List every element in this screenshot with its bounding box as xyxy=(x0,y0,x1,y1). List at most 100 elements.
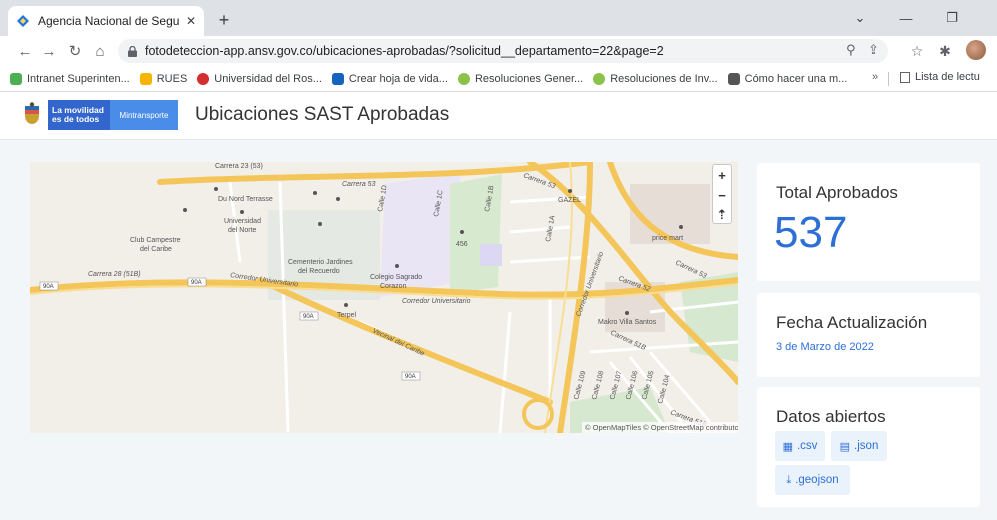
file-code-icon: ▤ xyxy=(839,440,851,453)
home-icon[interactable]: ⌂ xyxy=(89,40,111,62)
map-label: Corredor Universitario xyxy=(402,298,471,305)
map-label: Calle 104 xyxy=(657,374,671,404)
back-icon[interactable]: ← xyxy=(14,40,36,62)
map-label: Carrera 28 (51B) xyxy=(88,271,141,278)
poi-marker-icon xyxy=(183,208,187,212)
bookmark-favicon-icon xyxy=(727,72,740,85)
table-icon: ▦ xyxy=(782,440,793,453)
tab-title: Agencia Nacional de Seguridad V xyxy=(38,14,180,28)
bookmark-favicon-icon xyxy=(10,72,22,85)
bookmark-favicon-icon xyxy=(197,72,210,85)
poi-marker-icon xyxy=(679,225,683,229)
url-text: fotodeteccion-app.ansv.gov.co/ubicacione… xyxy=(145,44,664,58)
map-label: Du Nord Terrasse xyxy=(218,196,273,203)
poi-marker-icon xyxy=(395,264,399,268)
poi-marker-icon xyxy=(313,191,317,195)
forward-icon[interactable]: → xyxy=(38,40,60,62)
bookmark-item[interactable]: RUES xyxy=(139,72,187,85)
route-shield: 90A xyxy=(405,374,416,380)
datos-label: Datos abiertos xyxy=(776,407,886,426)
zoom-in-button[interactable]: + xyxy=(713,165,731,185)
map-label: price mart xyxy=(652,235,683,242)
app-header: La movilidad es de todos Mintransporte U… xyxy=(0,92,997,140)
map-label: Corazon xyxy=(380,283,407,290)
map-label: 456 xyxy=(456,241,468,248)
map-label: Carrera 53 xyxy=(342,181,376,188)
extensions-icon[interactable]: ✱ xyxy=(934,40,956,62)
bookmark-item[interactable]: Cómo hacer una m... xyxy=(727,72,847,85)
map-label: Cementerio Jardines xyxy=(288,259,353,266)
close-tab-icon[interactable]: ✕ xyxy=(186,14,196,28)
poi-marker-icon xyxy=(625,311,629,315)
bookmark-favicon-icon xyxy=(593,72,606,85)
bookmark-item[interactable]: Intranet Superinten... xyxy=(10,72,130,85)
colombia-shield-icon xyxy=(25,102,39,124)
datos-abiertos-card: Datos abiertos ▦ .csv ▤ .json ⤓ .geojson xyxy=(757,387,980,507)
map-label: Vecinal del Caribe xyxy=(371,327,425,357)
bookmark-item[interactable]: Resoluciones Gener... xyxy=(457,72,583,85)
map-label: Club Campestre xyxy=(130,237,181,244)
total-aprobados-card: Total Aprobados 537 xyxy=(757,163,980,281)
route-shield: 90A xyxy=(303,314,314,320)
total-label: Total Aprobados xyxy=(776,183,898,202)
share-icon[interactable]: ⇪ xyxy=(868,42,879,58)
map-label: Makro Villa Santos xyxy=(598,319,657,326)
map-label: GAZEL xyxy=(558,197,581,204)
map-label: Carrera 23 (53) xyxy=(215,163,263,170)
page-title: Ubicaciones SAST Aprobadas xyxy=(195,104,450,125)
poi-marker-icon xyxy=(240,210,244,214)
zoom-out-button[interactable]: − xyxy=(713,185,731,205)
bookmark-item[interactable]: Resoluciones de Inv... xyxy=(593,72,718,85)
poi-marker-icon xyxy=(460,230,464,234)
download-csv-button[interactable]: ▦ .csv xyxy=(775,431,825,461)
tab-search-icon[interactable]: ⌄ xyxy=(846,6,874,30)
lock-icon xyxy=(128,45,137,57)
map-label: del Norte xyxy=(228,227,257,234)
poi-marker-icon xyxy=(568,189,572,193)
reload-icon[interactable]: ↻ xyxy=(64,40,86,62)
map-view[interactable]: Carrera 23 (53) Carrera 53 Carrera 53 Ca… xyxy=(30,162,738,433)
route-shield: 90A xyxy=(43,284,54,290)
map-attribution[interactable]: © OpenMapTiles © OpenStreetMap contribut… xyxy=(582,422,738,433)
poi-marker-icon xyxy=(318,222,322,226)
restore-icon[interactable]: ❐ xyxy=(938,6,966,30)
browser-toolbar: ← → ↻ ⌂ fotodeteccion-app.ansv.gov.co/ub… xyxy=(0,36,997,66)
map-label: del Recuerdo xyxy=(298,268,340,275)
map-label: del Caribe xyxy=(140,246,172,253)
fecha-label: Fecha Actualización xyxy=(776,313,928,332)
more-bookmarks-icon[interactable]: » xyxy=(872,71,878,83)
bookmark-item[interactable]: Crear hoja de vida... xyxy=(331,72,448,85)
site-favicon-icon xyxy=(17,15,29,27)
poi-marker-icon xyxy=(336,197,340,201)
address-bar[interactable]: fotodeteccion-app.ansv.gov.co/ubicacione… xyxy=(118,39,888,63)
bookmark-favicon-icon xyxy=(331,72,344,85)
bookmarks-bar: Intranet Superinten... RUES Universidad … xyxy=(0,66,997,92)
map-zoom-control: + − ⇡ xyxy=(712,164,732,224)
profile-avatar[interactable] xyxy=(966,40,986,60)
bookmark-item[interactable]: Universidad del Ros... xyxy=(197,72,322,85)
bookmark-star-icon[interactable]: ☆ xyxy=(906,40,928,62)
reading-list-button[interactable]: Lista de lectu xyxy=(900,71,980,83)
download-json-button[interactable]: ▤ .json xyxy=(831,431,887,461)
reset-bearing-icon[interactable]: ⇡ xyxy=(713,205,731,225)
total-value: 537 xyxy=(774,208,848,257)
map-canvas[interactable]: Carrera 23 (53) Carrera 53 Carrera 53 Ca… xyxy=(30,162,738,433)
browser-tabstrip: Agencia Nacional de Seguridad V ✕ + ⌄ — … xyxy=(0,0,997,36)
la-movilidad-logo: La movilidad es de todos xyxy=(48,100,110,130)
fecha-value: 3 de Marzo de 2022 xyxy=(776,341,874,353)
minimize-icon[interactable]: — xyxy=(892,6,920,30)
download-geojson-button[interactable]: ⤓ .geojson xyxy=(775,465,850,495)
mintransporte-logo: Mintransporte xyxy=(110,100,178,130)
poi-marker-icon xyxy=(344,303,348,307)
reading-list-icon xyxy=(900,71,910,83)
poi-marker-icon xyxy=(214,187,218,191)
map-label: Calle 109 xyxy=(573,370,587,400)
map-label: Terpel xyxy=(337,312,357,319)
new-tab-icon[interactable]: + xyxy=(212,8,236,32)
bookmarks-divider xyxy=(888,72,889,86)
download-icon: ⤓ xyxy=(786,473,792,486)
browser-tab[interactable]: Agencia Nacional de Seguridad V ✕ xyxy=(8,6,204,36)
map-label: Universidad xyxy=(224,218,261,225)
zoom-icon[interactable]: ⚲ xyxy=(846,42,856,58)
route-shield: 90A xyxy=(191,280,202,286)
